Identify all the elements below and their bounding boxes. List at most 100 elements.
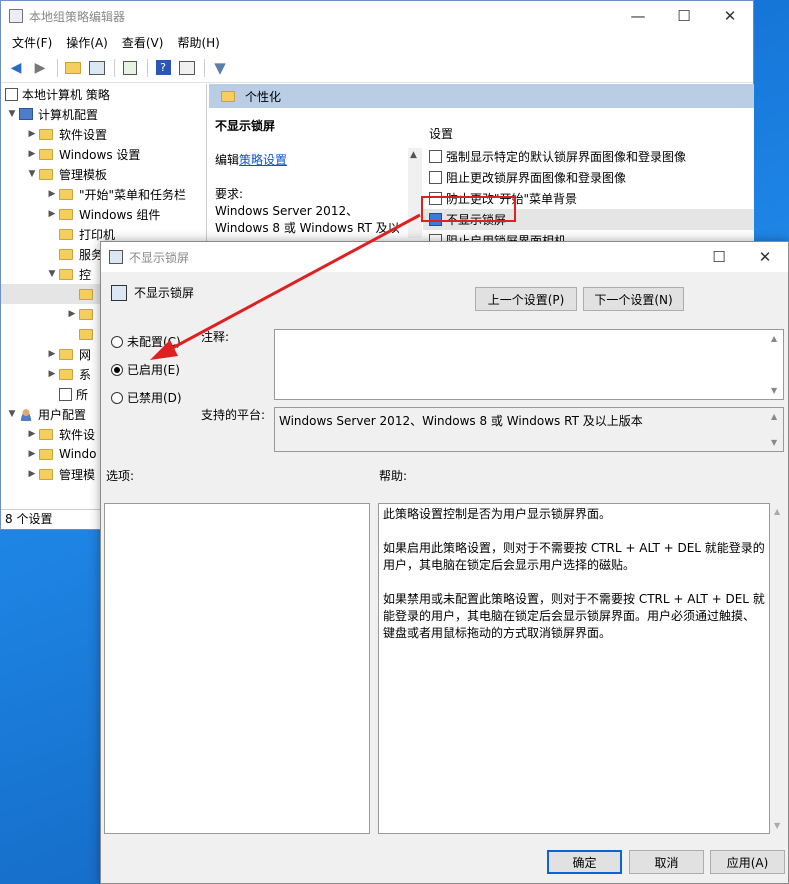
scroll-up-arrow-icon[interactable]: ▲ — [771, 412, 777, 421]
menu-view[interactable]: 查看(V) — [115, 34, 171, 51]
dialog-minimize-button[interactable]: — — [650, 242, 696, 272]
show-hide-tree-icon[interactable] — [86, 57, 108, 79]
collapse-arrow-icon[interactable]: ▶ — [45, 209, 59, 219]
radio-circle[interactable] — [111, 391, 123, 404]
collapse-arrow-icon[interactable]: ▶ — [25, 449, 39, 459]
scroll-up-arrow-icon[interactable]: ▲ — [410, 150, 417, 160]
properties-icon[interactable] — [176, 57, 198, 79]
menu-file[interactable]: 文件(F) — [5, 34, 59, 51]
options-label: 选项: — [106, 469, 135, 483]
menu-action[interactable]: 操作(A) — [59, 34, 115, 51]
collapse-arrow-icon[interactable]: ▶ — [25, 429, 39, 439]
dialog-header-label: 不显示锁屏 — [134, 286, 195, 300]
user-icon — [19, 407, 33, 421]
settings-column-header[interactable]: 设置 — [423, 102, 754, 146]
gpedit-titlebar[interactable]: 本地组策略编辑器 — ☐ ✕ — [1, 1, 753, 31]
collapse-arrow-icon[interactable]: ▶ — [25, 149, 39, 159]
tree-node-root[interactable]: 本地计算机 策略 — [1, 84, 206, 104]
platform-scrollbar[interactable]: ▲ ▼ — [769, 408, 783, 451]
tree-node-windows-settings[interactable]: ▶ Windows 设置 — [1, 144, 206, 164]
menu-help[interactable]: 帮助(H) — [170, 34, 226, 51]
folder-icon — [59, 348, 73, 360]
help-paragraph: 如果启用此策略设置，则对于不需要按 CTRL + ALT + DEL 就能登录的… — [383, 541, 765, 572]
requirement-label: 要求: — [215, 187, 244, 201]
collapse-arrow-icon[interactable]: ▶ — [45, 369, 59, 379]
dialog-maximize-button[interactable]: ☐ — [696, 242, 742, 272]
minimize-button[interactable]: — — [615, 1, 661, 31]
comment-scrollbar[interactable]: ▲ ▼ — [769, 330, 783, 399]
ok-button[interactable]: 确定 — [547, 850, 622, 874]
folder-icon — [221, 90, 235, 102]
forward-arrow-icon[interactable]: ▶ — [29, 57, 51, 79]
radio-circle[interactable] — [111, 335, 123, 348]
platform-label: 支持的平台: — [201, 408, 266, 422]
export-list-icon[interactable] — [119, 57, 141, 79]
radio-enabled[interactable]: 已启用(E) — [111, 361, 180, 378]
setting-label: 阻止更改锁屏界面图像和登录图像 — [446, 171, 627, 185]
tree-label: Windows 设置 — [59, 147, 141, 162]
tree-label: 计算机配置 — [38, 107, 99, 122]
expand-arrow-icon[interactable]: ▼ — [5, 109, 19, 119]
comment-label: 注释: — [201, 330, 230, 344]
tree-node-computer-config[interactable]: ▼ 计算机配置 — [1, 104, 206, 124]
toolbar-separator — [57, 58, 58, 77]
cancel-button[interactable]: 取消 — [629, 850, 704, 874]
tree-label: 所 — [76, 387, 89, 402]
tree-node-windows-components[interactable]: ▶ Windows 组件 — [1, 204, 206, 224]
tree-node-software-settings[interactable]: ▶ 软件设置 — [1, 124, 206, 144]
folder-icon — [39, 428, 53, 440]
help-icon[interactable]: ? — [152, 57, 174, 79]
comment-textarea[interactable]: ▲ ▼ — [274, 329, 784, 400]
tree-label: 控 — [79, 267, 92, 282]
edit-policy-line: 编辑策略设置 — [215, 152, 405, 169]
edit-policy-link[interactable]: 策略设置 — [239, 153, 287, 167]
setting-icon — [429, 171, 442, 184]
tree-label: 系 — [79, 367, 92, 382]
tree-label: 用户配置 — [38, 407, 87, 422]
collapse-arrow-icon[interactable]: ▶ — [25, 129, 39, 139]
prev-setting-button[interactable]: 上一个设置(P) — [475, 287, 577, 311]
scroll-down-arrow-icon[interactable]: ▼ — [771, 438, 777, 447]
menubar: 文件(F) 操作(A) 查看(V) 帮助(H) — [1, 31, 753, 53]
dialog-titlebar[interactable]: 不显示锁屏 — ☐ ✕ — [101, 242, 788, 272]
toolbar: ◀ ▶ ? ▼ — [1, 53, 753, 83]
setting-row[interactable]: 阻止更改锁屏界面图像和登录图像 — [423, 167, 754, 188]
dialog-close-button[interactable]: ✕ — [742, 242, 788, 272]
settings-list: 设置 强制显示特定的默认锁屏界面图像和登录图像 阻止更改锁屏界面图像和登录图像 … — [423, 102, 754, 251]
scroll-up-arrow-icon[interactable]: ▲ — [774, 507, 780, 516]
collapse-arrow-icon[interactable]: ▶ — [45, 349, 59, 359]
toolbar-separator — [147, 58, 148, 77]
maximize-button[interactable]: ☐ — [661, 1, 707, 31]
tree-label: 网 — [79, 347, 92, 362]
radio-circle-selected[interactable] — [111, 363, 123, 376]
folder-icon — [59, 228, 73, 240]
close-button[interactable]: ✕ — [707, 1, 753, 31]
filter-icon[interactable]: ▼ — [209, 57, 231, 79]
apply-button[interactable]: 应用(A) — [710, 850, 785, 874]
setting-row[interactable]: 强制显示特定的默认锁屏界面图像和登录图像 — [423, 146, 754, 167]
collapse-arrow-icon[interactable]: ▶ — [45, 189, 59, 199]
expand-arrow-icon[interactable]: ▼ — [45, 269, 59, 279]
tree-node-admin-templates[interactable]: ▼ 管理模板 — [1, 164, 206, 184]
description-scrollbar[interactable]: ▲ — [408, 148, 422, 238]
back-arrow-icon[interactable]: ◀ — [5, 57, 27, 79]
scroll-down-arrow-icon[interactable]: ▼ — [774, 821, 780, 830]
scroll-up-arrow-icon[interactable]: ▲ — [771, 334, 777, 343]
help-label: 帮助: — [379, 469, 408, 483]
scroll-down-arrow-icon[interactable]: ▼ — [771, 386, 777, 395]
radio-not-configured[interactable]: 未配置(C) — [111, 333, 181, 350]
dialog-title: 不显示锁屏 — [129, 250, 190, 265]
help-scrollbar[interactable]: ▲ ▼ — [771, 503, 785, 834]
next-setting-button[interactable]: 下一个设置(N) — [583, 287, 684, 311]
collapse-arrow-icon[interactable]: ▶ — [25, 469, 39, 479]
up-folder-icon[interactable] — [62, 57, 84, 79]
edit-prefix: 编辑 — [215, 153, 240, 167]
folder-icon — [59, 268, 73, 280]
collapse-arrow-icon[interactable]: ▶ — [65, 309, 79, 319]
tree-node-start-menu[interactable]: ▶ "开始"菜单和任务栏 — [1, 184, 206, 204]
expand-arrow-icon[interactable]: ▼ — [5, 409, 19, 419]
expand-arrow-icon[interactable]: ▼ — [25, 169, 39, 179]
help-paragraph: 如果禁用或未配置此策略设置，则对于不需要按 CTRL + ALT + DEL 就… — [383, 592, 765, 640]
tree-label: 软件设置 — [59, 127, 108, 142]
radio-disabled[interactable]: 已禁用(D) — [111, 389, 182, 406]
